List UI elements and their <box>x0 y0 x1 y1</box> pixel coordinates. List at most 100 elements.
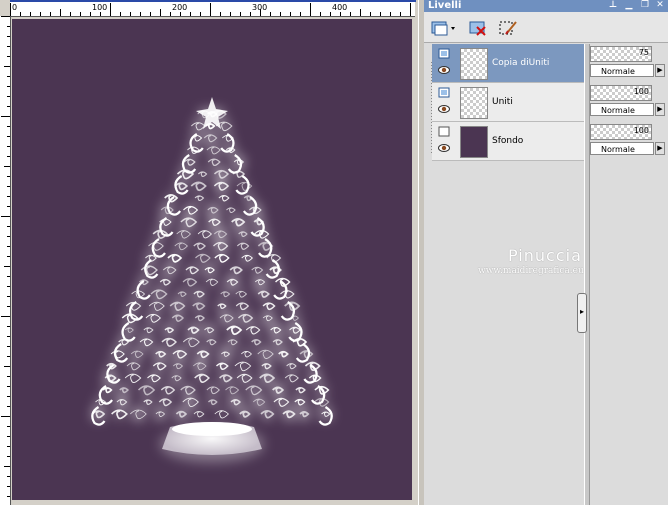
blend-mode-select[interactable]: Normale <box>590 142 654 155</box>
ruler-tick <box>280 12 281 16</box>
layer-thumbnail <box>460 87 488 119</box>
tree-glow-dot <box>171 373 182 383</box>
ruler-tick <box>160 9 161 16</box>
ruler-tick <box>7 386 10 387</box>
blend-mode-select[interactable]: Normale <box>590 103 654 116</box>
background-layer-icon <box>438 126 450 137</box>
ruler-tick <box>320 12 321 16</box>
ruler-tick <box>30 12 31 16</box>
layer-properties: 75 Normale ▶ 100 Normale ▶ 100 Normale ▶ <box>588 44 668 164</box>
blend-mode-select[interactable]: Normale <box>590 64 654 77</box>
ruler-tick <box>7 46 10 47</box>
pin-icon[interactable]: ⊥ <box>608 0 618 10</box>
ruler-tick <box>360 9 361 16</box>
ruler-tick <box>7 376 10 377</box>
ruler-tick <box>1 216 10 217</box>
ruler-tick <box>340 12 341 16</box>
image-canvas[interactable] <box>12 19 412 500</box>
ruler-tick <box>180 12 181 16</box>
ruler-tick <box>10 3 11 16</box>
ruler-tick <box>7 26 10 27</box>
ruler-label: 200 <box>172 3 188 12</box>
layer-thumbnail <box>460 126 488 158</box>
christmas-tree-image <box>91 97 333 462</box>
watermark-name: Pinuccia <box>508 246 582 265</box>
tree-glow-dot <box>228 337 237 347</box>
tree-glow-dot <box>124 325 134 335</box>
tree-glow-dot <box>269 324 282 336</box>
layer-row-copia-diuniti[interactable]: Copia diUniti <box>432 44 584 83</box>
ruler-tick <box>1 116 10 117</box>
ruler-tick <box>410 3 411 16</box>
ruler-tick <box>240 12 241 16</box>
ruler-tick <box>20 12 21 16</box>
collapse-grip[interactable]: ▸ <box>577 293 587 333</box>
ruler-tick <box>140 12 141 16</box>
chevron-right-icon[interactable]: ▶ <box>655 64 665 77</box>
visibility-eye-icon[interactable] <box>438 105 450 113</box>
ruler-tick <box>80 12 81 16</box>
ruler-tick <box>4 366 10 367</box>
horizontal-ruler: 0 100 200 300 400 <box>10 2 415 17</box>
tree-glow-dot <box>214 228 227 240</box>
ruler-tick <box>300 12 301 16</box>
ruler-tick <box>7 186 10 187</box>
close-icon[interactable]: ✕ <box>655 0 665 10</box>
ruler-tick <box>350 12 351 16</box>
restore-icon[interactable]: ❐ <box>640 0 650 10</box>
layer-props-row: 75 Normale ▶ <box>590 44 668 82</box>
layer-props-row: 100 Normale ▶ <box>590 122 668 160</box>
chevron-right-icon[interactable]: ▶ <box>655 103 665 116</box>
opacity-slider[interactable]: 75 <box>590 46 652 62</box>
ruler-tick <box>7 296 10 297</box>
edit-selection-button[interactable] <box>496 17 520 39</box>
delete-layer-icon <box>469 21 486 36</box>
minimize-icon[interactable]: ▁ <box>624 0 634 10</box>
ruler-tick <box>200 12 201 16</box>
visibility-eye-icon[interactable] <box>438 144 450 152</box>
raster-layer-icon <box>438 48 450 59</box>
ruler-tick <box>7 276 10 277</box>
ruler-tick <box>250 12 251 16</box>
opacity-slider[interactable]: 100 <box>590 85 652 101</box>
visibility-eye-icon[interactable] <box>438 66 450 74</box>
ruler-tick <box>310 3 311 16</box>
ruler-tick <box>7 56 10 57</box>
layer-name: Uniti <box>492 97 513 107</box>
opacity-slider[interactable]: 100 <box>590 124 652 140</box>
ruler-tick <box>7 196 10 197</box>
ruler-tick <box>90 12 91 16</box>
ruler-tick <box>50 12 51 16</box>
ruler-tick <box>4 466 10 467</box>
ruler-tick <box>7 356 10 357</box>
ruler-tick <box>7 236 10 237</box>
ruler-tick <box>100 12 101 16</box>
ruler-tick <box>7 246 10 247</box>
ruler-tick <box>7 146 10 147</box>
ruler-tick <box>270 12 271 16</box>
ruler-label: 400 <box>332 3 348 12</box>
edit-selection-icon <box>499 21 517 35</box>
ruler-tick <box>7 336 10 337</box>
new-layer-button[interactable] <box>428 17 458 39</box>
ruler-label: 0 <box>12 3 18 12</box>
ruler-tick <box>4 266 10 267</box>
ruler-tick <box>7 326 10 327</box>
ruler-tick <box>7 286 10 287</box>
opacity-value: 100 <box>633 87 649 96</box>
tree-glow-dot <box>207 204 219 216</box>
ruler-tick <box>4 66 10 67</box>
tree-base <box>160 422 264 462</box>
new-raster-layer-icon <box>431 21 455 36</box>
ruler-tick <box>7 306 10 307</box>
watermark-url: www.maidiregrafica.eu <box>478 266 584 276</box>
ruler-tick <box>7 496 10 497</box>
ruler-tick <box>70 12 71 16</box>
layer-row-uniti[interactable]: Uniti <box>432 83 584 122</box>
ruler-label: 100 <box>92 3 108 12</box>
chevron-right-icon[interactable]: ▶ <box>655 142 665 155</box>
ruler-tick <box>40 12 41 16</box>
delete-layer-button[interactable] <box>466 17 490 39</box>
ruler-tick <box>7 256 10 257</box>
layer-row-sfondo[interactable]: Sfondo <box>432 122 584 161</box>
